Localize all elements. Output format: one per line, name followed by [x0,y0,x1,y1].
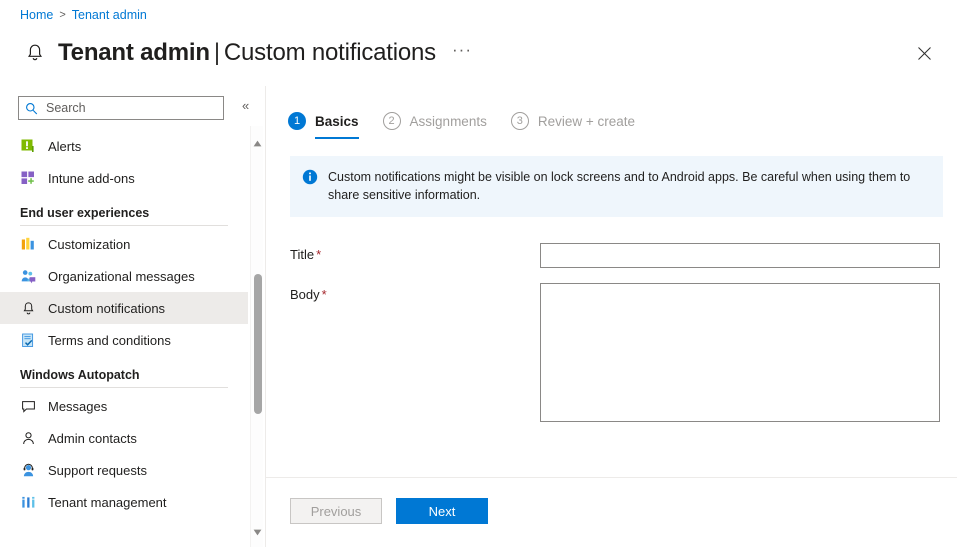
scrollbar-thumb[interactable] [254,274,262,414]
sidebar-item-intune-add-ons[interactable]: Intune add-ons [0,162,248,194]
sidebar-item-customization[interactable]: Customization [0,228,248,260]
sidebar-item-label: Terms and conditions [48,333,171,348]
breadcrumb-tenant-admin[interactable]: Tenant admin [72,8,147,22]
tab-label: Assignments [410,114,487,129]
main-content: 1 Basics 2 Assignments 3 Review + create… [265,86,957,547]
page-title-primary: Tenant admin [58,39,210,66]
info-icon [302,169,318,190]
sidebar-item-tenant-management[interactable]: Tenant management [0,486,248,518]
sidebar-item-label: Support requests [48,463,147,478]
breadcrumb-home[interactable]: Home [20,8,53,22]
tab-step-number: 3 [511,112,529,130]
bell-icon [20,300,36,316]
sidebar: Alerts Intune add-ons End user experienc… [0,86,248,547]
previous-button[interactable]: Previous [290,498,382,524]
alerts-icon [20,138,36,154]
page-title-secondary: Custom notifications [224,39,436,66]
next-button[interactable]: Next [396,498,488,524]
tab-step-number: 2 [383,112,401,130]
sidebar-group-end-user-experiences: Customization Organizational messages [0,228,248,356]
required-marker: * [316,247,321,262]
wizard-tabs: 1 Basics 2 Assignments 3 Review + create [266,86,957,139]
customization-icon [20,236,36,252]
sidebar-item-label: Messages [48,399,107,414]
tenant-management-icon [20,494,36,510]
collapse-sidebar-button[interactable]: « [242,98,249,113]
body-field-row: Body* [290,283,957,422]
sidebar-item-label: Custom notifications [48,301,165,316]
sidebar-item-label: Organizational messages [48,269,195,284]
sidebar-item-label: Alerts [48,139,81,154]
terms-and-conditions-icon [20,332,36,348]
title-field-label: Title* [290,243,540,262]
body-label-text: Body [290,287,320,302]
body-textarea[interactable] [540,283,940,422]
bell-icon [20,38,50,68]
wizard-footer: Previous Next [290,498,488,524]
required-marker: * [322,287,327,302]
body-field-label: Body* [290,283,540,302]
sidebar-search-row [0,86,248,126]
search-input[interactable] [44,100,217,116]
title-field-row: Title* [290,243,957,268]
page-header: Tenant admin|Custom notifications ··· [0,30,957,76]
sidebar-nav: Alerts Intune add-ons End user experienc… [0,130,248,518]
title-input[interactable] [540,243,940,268]
tab-label: Basics [315,114,359,129]
search-box[interactable] [18,96,224,120]
sidebar-section-end-user-experiences: End user experiences [20,206,228,226]
message-bubble-icon [20,398,36,414]
sidebar-item-admin-contacts[interactable]: Admin contacts [0,422,248,454]
search-icon [25,102,38,115]
close-icon[interactable] [909,38,939,68]
breadcrumb: Home > Tenant admin [20,8,147,22]
title-label-text: Title [290,247,314,262]
sidebar-item-custom-notifications[interactable]: Custom notifications [0,292,248,324]
breadcrumb-separator: > [59,9,65,21]
tab-review-create[interactable]: 3 Review + create [511,112,635,139]
footer-divider [266,477,957,478]
sidebar-item-support-requests[interactable]: Support requests [0,454,248,486]
tab-assignments[interactable]: 2 Assignments [383,112,487,139]
sidebar-group-windows-autopatch: Messages Admin contacts [0,390,248,518]
sidebar-item-label: Intune add-ons [48,171,135,186]
info-banner-text: Custom notifications might be visible on… [328,168,929,204]
person-icon [20,430,36,446]
sidebar-item-alerts[interactable]: Alerts [0,130,248,162]
scroll-up-arrow-icon[interactable] [251,136,264,150]
page-title: Tenant admin|Custom notifications [58,39,436,67]
sidebar-item-messages[interactable]: Messages [0,390,248,422]
scroll-down-arrow-icon[interactable] [251,525,264,539]
tab-step-number: 1 [288,112,306,130]
tab-basics[interactable]: 1 Basics [288,112,359,139]
sidebar-item-label: Admin contacts [48,431,137,446]
intune-add-ons-icon [20,170,36,186]
info-banner: Custom notifications might be visible on… [290,156,943,217]
sidebar-item-label: Customization [48,237,130,252]
sidebar-item-label: Tenant management [48,495,167,510]
page-title-separator: | [214,39,220,66]
basics-form: Title* Body* [266,243,957,422]
sidebar-section-windows-autopatch: Windows Autopatch [20,368,228,388]
sidebar-item-organizational-messages[interactable]: Organizational messages [0,260,248,292]
sidebar-item-terms-and-conditions[interactable]: Terms and conditions [0,324,248,356]
more-options-button[interactable]: ··· [452,40,472,60]
organizational-messages-icon [20,268,36,284]
sidebar-scrollbar[interactable] [250,126,263,547]
tab-label: Review + create [538,114,635,129]
support-agent-icon [20,462,36,478]
